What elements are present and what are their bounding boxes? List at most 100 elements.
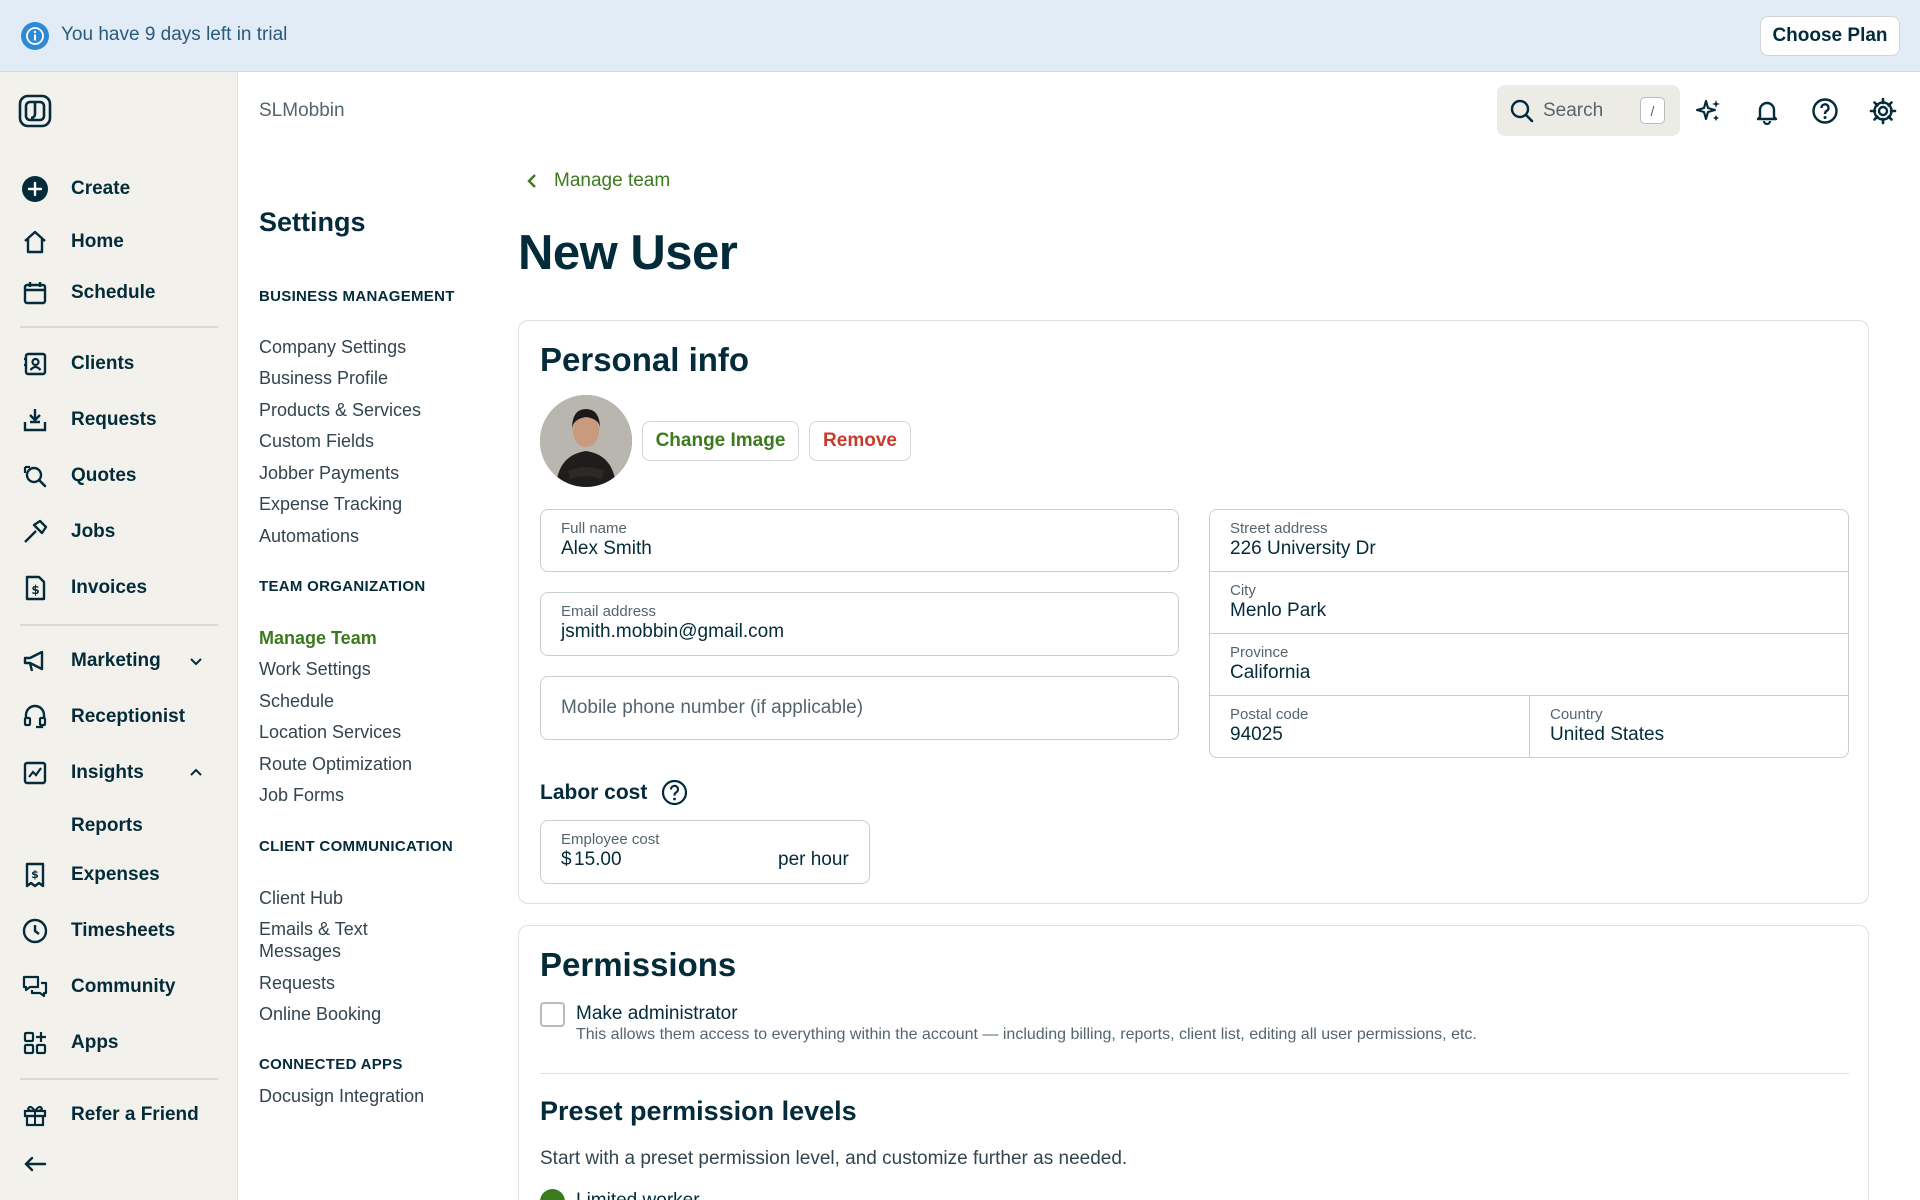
sidebar-item-label: Timesheets: [71, 920, 176, 941]
make-administrator-description: This allows them access to everything wi…: [576, 1026, 1477, 1043]
chevron-up-icon[interactable]: [186, 763, 206, 783]
sidebar-divider: [20, 1078, 218, 1080]
sidebar-item-label: Refer a Friend: [71, 1104, 199, 1125]
preset-radio-selected[interactable]: [540, 1189, 565, 1200]
sidebar-item-requests[interactable]: Requests: [0, 398, 238, 442]
city-field[interactable]: City Menlo Park: [1209, 571, 1849, 634]
help-icon[interactable]: [661, 779, 688, 806]
remove-image-button[interactable]: Remove: [809, 421, 911, 461]
sidebar-item-label: Jobs: [71, 521, 116, 542]
main-sidebar: Create Home Schedule Clients Requests Qu…: [0, 72, 238, 1200]
country-value: United States: [1550, 724, 1665, 745]
back-to-manage-team-link[interactable]: Manage team: [522, 170, 670, 192]
settings-link-expense-tracking[interactable]: Expense Tracking: [259, 493, 459, 515]
help-icon[interactable]: [1810, 96, 1840, 126]
sidebar-item-timesheets[interactable]: Timesheets: [0, 909, 238, 953]
apps-grid-icon: [20, 1028, 50, 1058]
permissions-divider: [540, 1073, 1849, 1074]
street-address-value: 226 University Dr: [1230, 538, 1376, 559]
settings-link-requests[interactable]: Requests: [259, 972, 459, 994]
personal-info-card: Personal info Change Image Remove Full n…: [518, 320, 1869, 904]
sidebar-item-insights[interactable]: Insights: [0, 751, 238, 795]
search-shortcut-key: /: [1640, 97, 1665, 124]
personal-info-title: Personal info: [540, 341, 750, 378]
sidebar-item-marketing[interactable]: Marketing: [0, 639, 238, 683]
full-name-field[interactable]: Full name Alex Smith: [540, 509, 1179, 572]
settings-link-company-settings[interactable]: Company Settings: [259, 336, 459, 358]
settings-link-manage-team[interactable]: Manage Team: [259, 627, 459, 649]
gear-icon[interactable]: [1868, 96, 1898, 126]
settings-link-jobber-payments[interactable]: Jobber Payments: [259, 462, 459, 484]
sidebar-item-invoices[interactable]: $ Invoices: [0, 566, 238, 610]
sidebar-item-reports[interactable]: Reports: [0, 804, 238, 848]
gift-icon: [20, 1100, 50, 1130]
labor-cost-heading: Labor cost: [540, 779, 688, 806]
headset-icon: [20, 702, 50, 732]
settings-link-route-optimization[interactable]: Route Optimization: [259, 753, 459, 775]
jobber-logo-icon[interactable]: [18, 94, 52, 128]
settings-section-title: TEAM ORGANIZATION: [259, 578, 426, 595]
settings-link-location-services[interactable]: Location Services: [259, 721, 459, 743]
make-administrator-checkbox[interactable]: [540, 1002, 565, 1027]
sidebar-item-create[interactable]: Create: [0, 167, 238, 211]
sidebar-item-apps[interactable]: Apps: [0, 1021, 238, 1065]
calendar-icon: [20, 278, 50, 308]
sidebar-item-home[interactable]: Home: [0, 220, 238, 264]
preset-permission-levels-title: Preset permission levels: [540, 1096, 857, 1126]
sidebar-item-quotes[interactable]: Quotes: [0, 454, 238, 498]
settings-link-business-profile[interactable]: Business Profile: [259, 367, 459, 389]
svg-text:$: $: [31, 868, 39, 881]
chevron-left-icon: [527, 174, 536, 188]
settings-link-job-forms[interactable]: Job Forms: [259, 784, 459, 806]
settings-link-client-hub[interactable]: Client Hub: [259, 887, 459, 909]
settings-link-custom-fields[interactable]: Custom Fields: [259, 430, 459, 452]
search-input[interactable]: Search /: [1497, 85, 1680, 136]
province-field[interactable]: Province California: [1209, 633, 1849, 696]
sidebar-item-jobs[interactable]: Jobs: [0, 510, 238, 554]
bell-icon[interactable]: [1752, 96, 1782, 126]
trial-banner-text: You have 9 days left in trial: [61, 24, 288, 45]
inbox-download-icon: [20, 405, 50, 435]
settings-link-work-settings[interactable]: Work Settings: [259, 658, 459, 680]
sidebar-item-clients[interactable]: Clients: [0, 342, 238, 386]
postal-code-field[interactable]: Postal code 94025: [1209, 695, 1530, 758]
arrow-left-icon: [20, 1149, 50, 1179]
street-address-field[interactable]: Street address 226 University Dr: [1209, 509, 1849, 572]
sidebar-divider: [20, 326, 218, 328]
street-address-label: Street address: [1230, 520, 1328, 537]
settings-title: Settings: [259, 207, 366, 237]
avatar: [540, 395, 632, 487]
employee-cost-field[interactable]: Employee cost $ 15.00 per hour: [540, 820, 870, 884]
settings-link-online-booking[interactable]: Online Booking: [259, 1003, 459, 1025]
full-name-value: Alex Smith: [561, 538, 652, 559]
sidebar-item-label: Apps: [71, 1032, 119, 1053]
settings-link-products-services[interactable]: Products & Services: [259, 399, 459, 421]
chevron-down-icon[interactable]: [186, 651, 206, 671]
mobile-phone-placeholder: Mobile phone number (if applicable): [561, 697, 864, 718]
settings-section-title: BUSINESS MANAGEMENT: [259, 288, 455, 305]
sidebar-item-label: Quotes: [71, 465, 137, 486]
quote-search-icon: [20, 461, 50, 491]
settings-link-automations[interactable]: Automations: [259, 525, 459, 547]
employee-cost-value: 15.00: [574, 849, 622, 870]
sidebar-item-expenses[interactable]: $ Expenses: [0, 853, 238, 897]
sidebar-item-refer-a-friend[interactable]: Refer a Friend: [0, 1093, 238, 1137]
settings-link-docusign-integration[interactable]: Docusign Integration: [259, 1085, 459, 1107]
sidebar-item-label: Community: [71, 976, 176, 997]
collapse-sidebar-button[interactable]: [0, 1142, 238, 1186]
receipt-dollar-icon: $: [20, 860, 50, 890]
ai-sparkles-icon[interactable]: [1694, 96, 1724, 126]
sidebar-item-community[interactable]: Community: [0, 965, 238, 1009]
invoice-dollar-icon: $: [20, 573, 50, 603]
change-image-button[interactable]: Change Image: [642, 421, 799, 461]
choose-plan-button[interactable]: Choose Plan: [1760, 16, 1900, 56]
sidebar-item-label: Marketing: [71, 650, 161, 671]
sidebar-item-schedule[interactable]: Schedule: [0, 271, 238, 315]
chart-line-icon: [20, 758, 50, 788]
settings-link-emails-text-messages[interactable]: Emails & Text Messages: [259, 918, 409, 962]
settings-link-schedule[interactable]: Schedule: [259, 690, 459, 712]
sidebar-item-receptionist[interactable]: Receptionist: [0, 695, 238, 739]
country-field[interactable]: Country United States: [1529, 695, 1849, 758]
email-field[interactable]: Email address jsmith.mobbin@gmail.com: [540, 592, 1179, 656]
mobile-phone-field[interactable]: Mobile phone number (if applicable): [540, 676, 1179, 740]
